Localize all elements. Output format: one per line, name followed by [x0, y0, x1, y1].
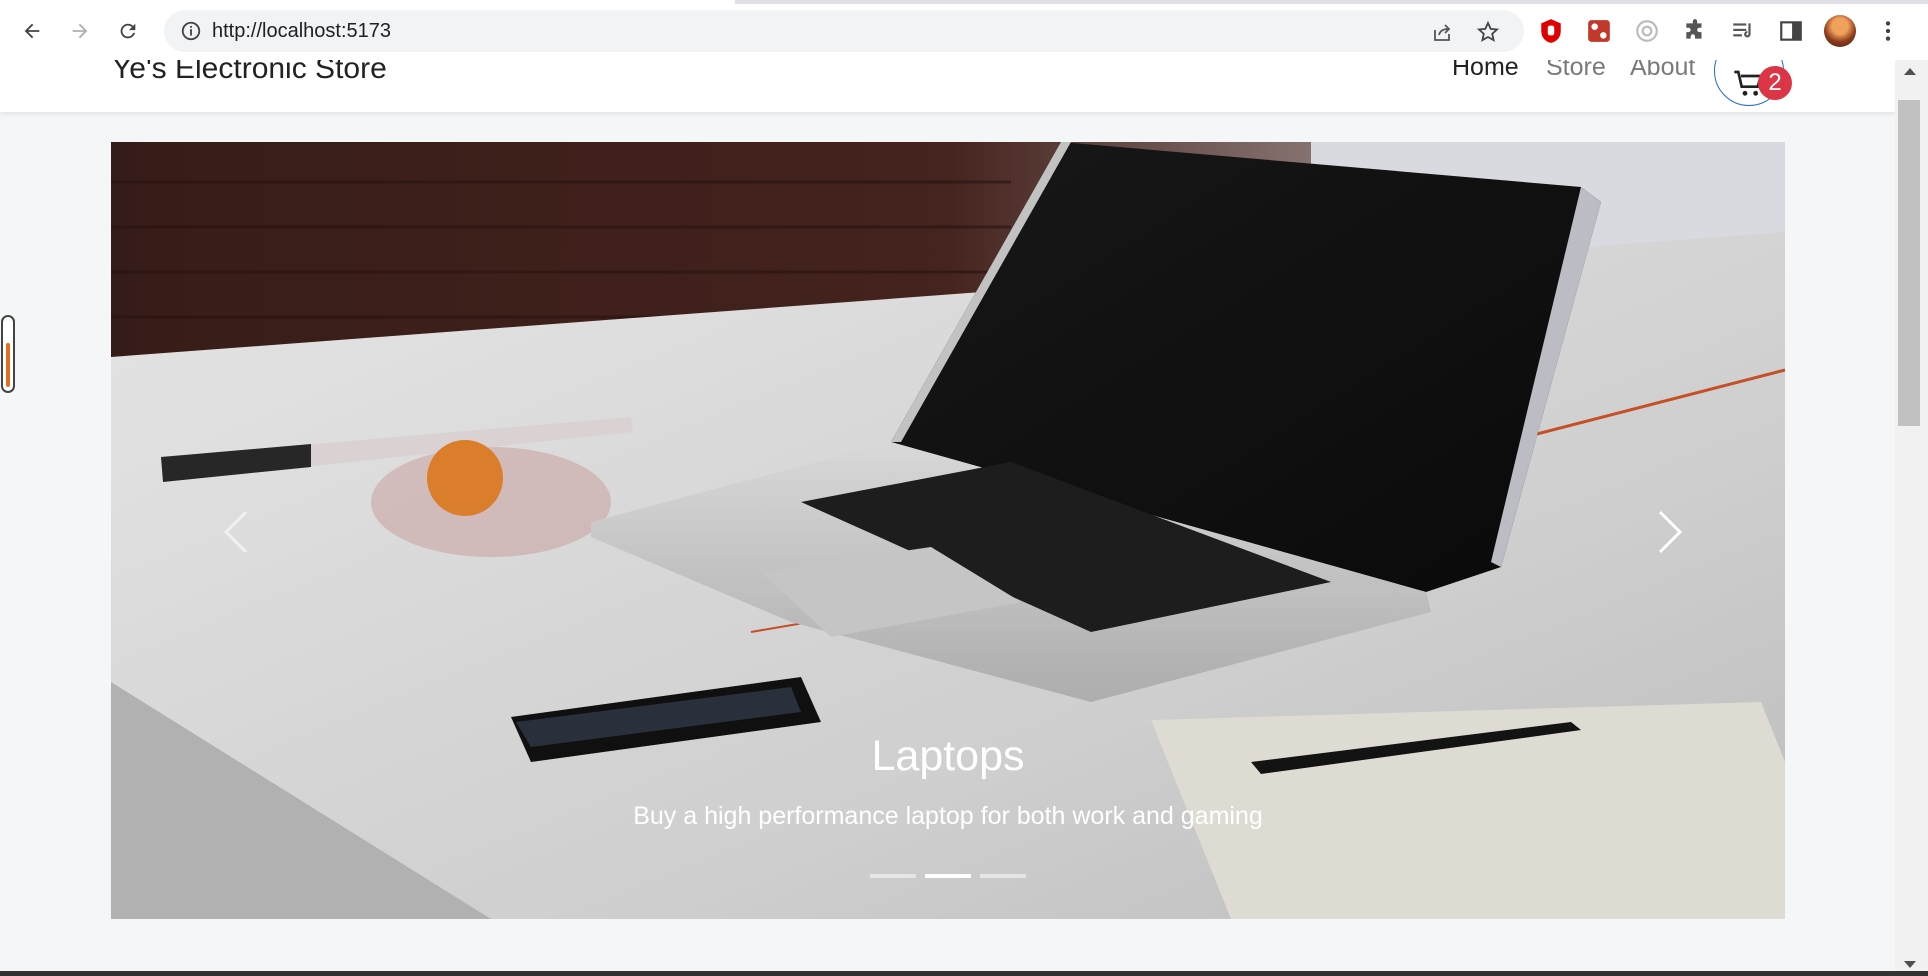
- url-text[interactable]: http://localhost:5173: [212, 20, 391, 42]
- tab-strip: [0, 0, 1928, 4]
- nav-link-home[interactable]: Home: [1452, 60, 1519, 82]
- page-viewport: Ye's Electronic Store Home Store About 2: [0, 60, 1895, 976]
- share-icon[interactable]: [1430, 20, 1454, 44]
- carousel-indicators: [870, 874, 1026, 880]
- carousel-prev-control[interactable]: [208, 502, 268, 562]
- scroll-down-arrow-icon[interactable]: [1904, 961, 1916, 968]
- slide-caption-subtitle: Buy a high performance laptop for both w…: [633, 802, 1263, 830]
- browser-toolbar: http://localhost:5173: [0, 0, 1928, 60]
- hero-carousel: Laptops Buy a high performance laptop fo…: [111, 142, 1785, 919]
- reload-button[interactable]: [110, 13, 146, 49]
- brand-title[interactable]: Ye's Electronic Store: [112, 60, 387, 86]
- carousel-indicator-3[interactable]: [980, 874, 1026, 878]
- scroll-up-arrow-icon[interactable]: [1904, 68, 1916, 75]
- forward-button[interactable]: [62, 13, 98, 49]
- reading-list-icon[interactable]: [1729, 17, 1757, 45]
- back-arrow-icon: [24, 23, 40, 39]
- ublock-extension-icon[interactable]: [1537, 17, 1565, 45]
- carousel-next-control[interactable]: [1638, 502, 1698, 562]
- side-drag-handle[interactable]: [1, 315, 15, 393]
- nav-link-store[interactable]: Store: [1546, 60, 1606, 82]
- browser-menu-icon[interactable]: [1874, 17, 1902, 45]
- extension-icon-red[interactable]: [1585, 17, 1613, 45]
- carousel-indicator-2[interactable]: [925, 874, 971, 878]
- cart-count-badge: 2: [1758, 66, 1792, 100]
- site-navbar: Ye's Electronic Store Home Store About 2: [0, 60, 1895, 112]
- address-bar[interactable]: http://localhost:5173: [164, 10, 1524, 52]
- side-panel-icon[interactable]: [1777, 17, 1805, 45]
- profile-avatar[interactable]: [1824, 15, 1856, 47]
- bottom-edge: [0, 971, 1928, 976]
- slide-caption-title: Laptops: [871, 732, 1025, 780]
- extension-icon-target[interactable]: [1633, 17, 1661, 45]
- extensions-puzzle-icon[interactable]: [1681, 17, 1709, 45]
- nav-link-about[interactable]: About: [1630, 60, 1695, 82]
- back-button[interactable]: [14, 13, 50, 49]
- reload-icon: [120, 23, 136, 39]
- carousel-indicator-1[interactable]: [870, 874, 916, 878]
- scrollbar-thumb[interactable]: [1898, 100, 1920, 426]
- bookmark-star-icon[interactable]: [1476, 20, 1500, 44]
- site-info-icon[interactable]: [180, 20, 202, 42]
- vertical-scrollbar[interactable]: [1895, 60, 1928, 976]
- handle-indicator: [6, 343, 10, 387]
- active-tab[interactable]: [0, 0, 735, 4]
- forward-arrow-icon: [72, 23, 88, 39]
